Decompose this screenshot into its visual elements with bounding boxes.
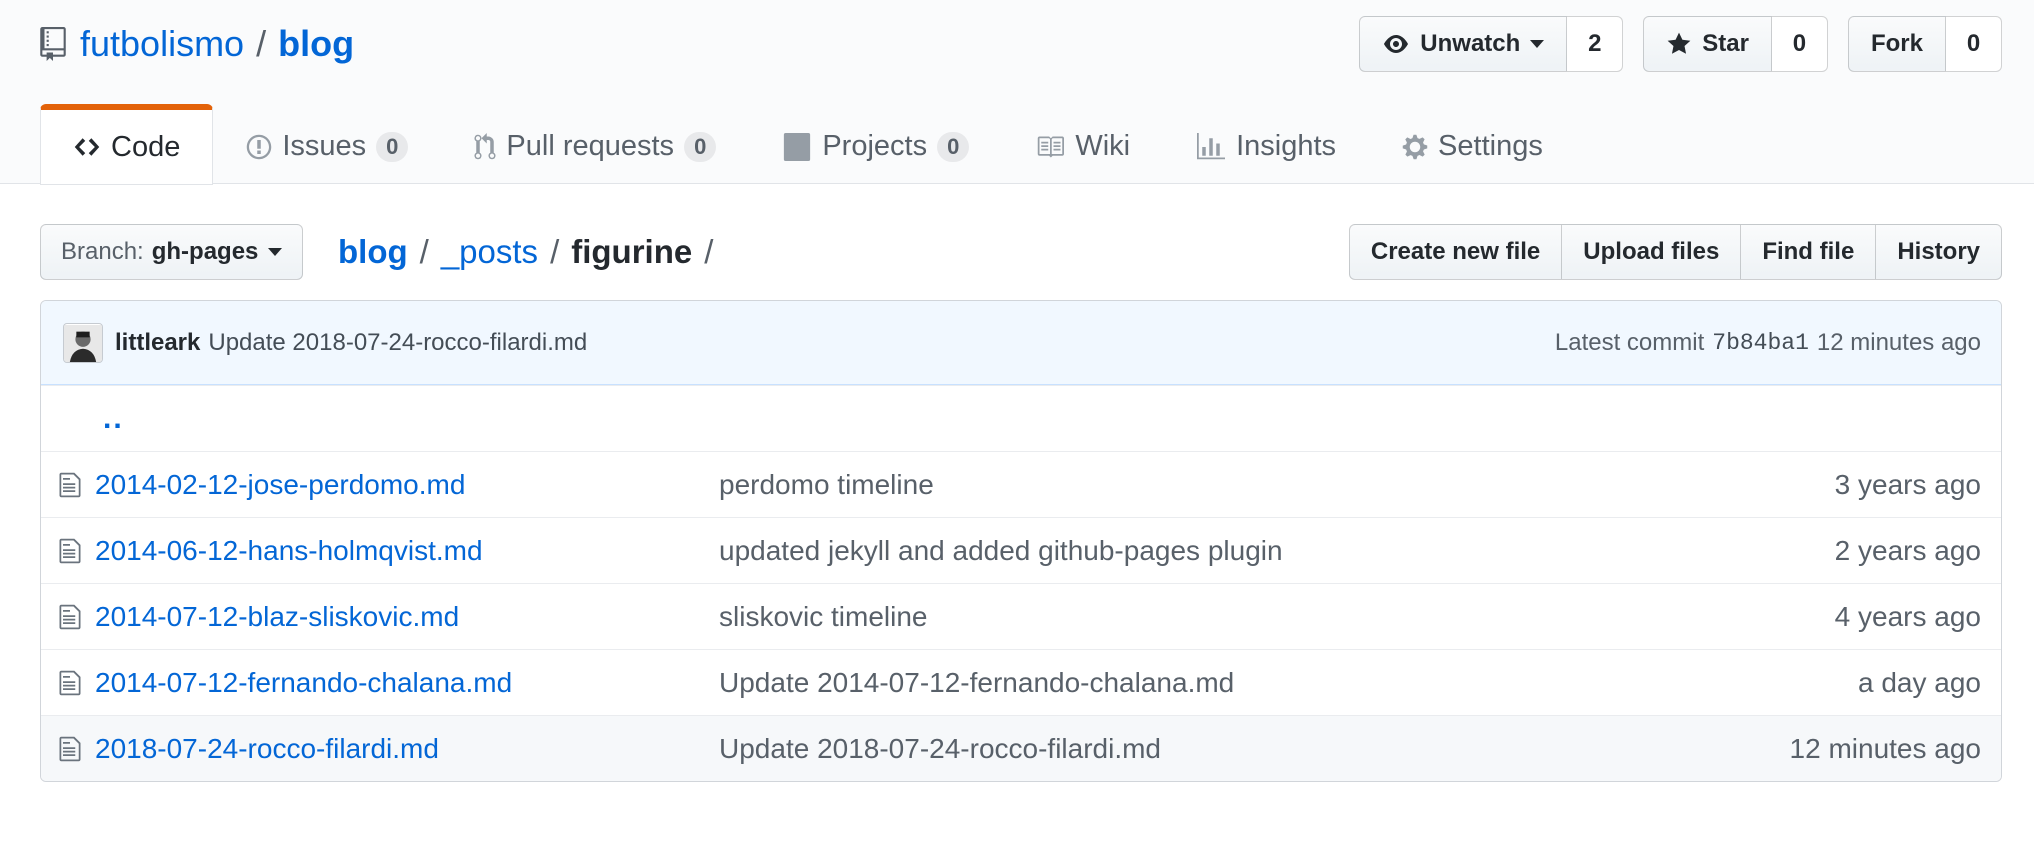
tab-settings[interactable]: Settings	[1369, 104, 1576, 184]
branch-prefix: Branch:	[61, 238, 144, 265]
file-commit-message[interactable]: sliskovic timeline	[719, 601, 928, 633]
file-icon	[59, 537, 81, 565]
avatar[interactable]	[63, 322, 103, 363]
repo-nav: Code Issues 0 Pull requests 0 Projects 0…	[40, 104, 1576, 185]
file-icon	[59, 669, 81, 697]
graph-icon	[1197, 132, 1226, 159]
pull-requests-counter: 0	[684, 131, 717, 162]
file-icon	[59, 603, 81, 631]
projects-counter: 0	[937, 131, 970, 162]
tab-code-label: Code	[111, 130, 181, 163]
repo-icon	[40, 27, 66, 61]
star-label: Star	[1702, 30, 1749, 57]
issue-icon	[247, 134, 272, 159]
tab-pull-requests[interactable]: Pull requests 0	[441, 104, 749, 184]
tab-pull-requests-label: Pull requests	[506, 130, 675, 162]
commit-age: 12 minutes ago	[1816, 328, 1981, 356]
file-age: a day ago	[1858, 666, 1981, 698]
file-link[interactable]: 2014-02-12-jose-perdomo.md	[95, 469, 719, 501]
repo-path-separator: /	[256, 23, 267, 64]
table-row: 2014-07-12-blaz-sliskovic.md sliskovic t…	[41, 583, 2001, 649]
file-icon	[59, 471, 81, 499]
file-age: 3 years ago	[1834, 468, 1981, 500]
fork-label: Fork	[1870, 30, 1923, 57]
tab-insights-label: Insights	[1236, 130, 1337, 162]
star-icon	[1667, 32, 1691, 54]
tab-wiki-label: Wiki	[1075, 130, 1131, 162]
tab-code[interactable]: Code	[40, 104, 214, 185]
pull-request-icon	[474, 132, 496, 159]
tab-insights[interactable]: Insights	[1163, 104, 1369, 184]
branch-name: gh-pages	[151, 238, 259, 265]
breadcrumb-separator: /	[550, 233, 560, 270]
parent-directory-row: ..	[41, 385, 2001, 451]
tab-settings-label: Settings	[1438, 130, 1543, 162]
star-button[interactable]: Star	[1643, 16, 1772, 72]
repo-header: futbolismo / blog Unwatch 2 Star 0 Fork …	[0, 0, 2034, 185]
file-link[interactable]: 2018-07-24-rocco-filardi.md	[95, 733, 719, 765]
file-commit-message[interactable]: updated jekyll and added github-pages pl…	[719, 535, 1283, 567]
breadcrumb-current: figurine	[571, 233, 693, 270]
tab-wiki[interactable]: Wiki	[1002, 104, 1163, 184]
tab-projects-label: Projects	[822, 130, 928, 162]
file-link[interactable]: 2014-07-12-fernando-chalana.md	[95, 667, 719, 699]
commit-author-link[interactable]: littleark	[115, 329, 200, 357]
breadcrumb-separator: /	[704, 233, 714, 270]
branch-select-button[interactable]: Branch: gh-pages	[40, 224, 304, 280]
unwatch-label: Unwatch	[1420, 30, 1521, 57]
forks-count[interactable]: 0	[1946, 16, 2002, 72]
table-row: 2014-07-12-fernando-chalana.md Update 20…	[41, 649, 2001, 715]
commit-sha-link[interactable]: 7b84ba1	[1712, 330, 1809, 356]
book-icon	[1038, 136, 1065, 157]
file-link[interactable]: 2014-06-12-hans-holmqvist.md	[95, 535, 719, 567]
repo-name-link[interactable]: blog	[278, 20, 354, 68]
breadcrumb-separator: /	[419, 233, 429, 270]
upload-files-button[interactable]: Upload files	[1561, 224, 1742, 280]
file-age: 2 years ago	[1834, 534, 1981, 566]
latest-commit-label: Latest commit	[1554, 328, 1705, 356]
breadcrumb-repo-link[interactable]: blog	[338, 233, 408, 271]
file-commit-message[interactable]: Update 2018-07-24-rocco-filardi.md	[719, 733, 1161, 765]
fork-group: Fork 0	[1847, 16, 2002, 72]
file-link[interactable]: 2014-07-12-blaz-sliskovic.md	[95, 601, 719, 633]
eye-icon	[1384, 35, 1409, 53]
create-new-file-button[interactable]: Create new file	[1348, 224, 1563, 280]
watchers-count[interactable]: 2	[1567, 16, 1624, 72]
file-navigation: Branch: gh-pages blog / _posts / figurin…	[40, 224, 2002, 280]
table-row: 2014-02-12-jose-perdomo.md perdomo timel…	[41, 451, 2001, 517]
project-icon	[784, 132, 811, 161]
breadcrumb-posts-link[interactable]: _posts	[441, 233, 538, 271]
file-actions: Create new file Upload files Find file H…	[1348, 224, 2002, 280]
stargazers-count[interactable]: 0	[1771, 16, 1828, 72]
tab-issues-label: Issues	[282, 130, 367, 162]
star-group: Star 0	[1643, 16, 1828, 72]
file-icon	[59, 735, 81, 763]
unwatch-button[interactable]: Unwatch	[1359, 16, 1568, 72]
table-row: 2014-06-12-hans-holmqvist.md updated jek…	[41, 517, 2001, 583]
history-button[interactable]: History	[1875, 224, 2002, 280]
file-list: littleark Update 2018-07-24-rocco-filard…	[40, 300, 2002, 782]
parent-directory-link[interactable]: ..	[103, 402, 124, 436]
chevron-down-icon	[1530, 40, 1545, 48]
file-age: 12 minutes ago	[1789, 732, 1981, 764]
breadcrumb: blog / _posts / figurine /	[338, 224, 725, 280]
file-commit-message[interactable]: perdomo timeline	[719, 469, 934, 501]
code-icon	[74, 138, 100, 156]
table-row: 2018-07-24-rocco-filardi.md Update 2018-…	[41, 715, 2001, 781]
fork-button[interactable]: Fork	[1847, 16, 1946, 72]
issues-counter: 0	[376, 131, 409, 162]
gear-icon	[1402, 134, 1428, 159]
repo-owner-link[interactable]: futbolismo	[80, 20, 244, 68]
commit-message-link[interactable]: Update 2018-07-24-rocco-filardi.md	[208, 329, 587, 357]
chevron-down-icon	[268, 248, 283, 256]
watch-group: Unwatch 2	[1359, 16, 1624, 72]
tab-projects[interactable]: Projects 0	[749, 104, 1002, 184]
pagehead-actions: Unwatch 2 Star 0 Fork 0	[1359, 16, 2002, 72]
tab-issues[interactable]: Issues 0	[213, 104, 441, 184]
file-age: 4 years ago	[1834, 600, 1981, 632]
repo-title: futbolismo / blog	[40, 20, 354, 68]
file-commit-message[interactable]: Update 2014-07-12-fernando-chalana.md	[719, 667, 1234, 699]
commit-tease: littleark Update 2018-07-24-rocco-filard…	[41, 301, 2001, 385]
find-file-button[interactable]: Find file	[1740, 224, 1877, 280]
